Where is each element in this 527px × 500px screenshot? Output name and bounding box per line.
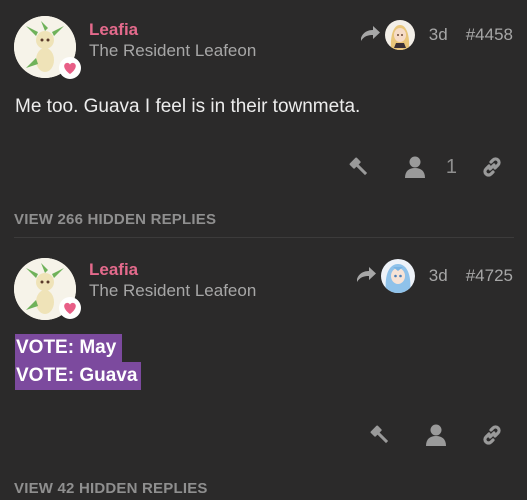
vote-line: VOTE: May (15, 334, 123, 362)
reply-avatar-bluehair[interactable] (380, 259, 415, 293)
post-age[interactable]: 3d (429, 266, 448, 286)
user-icon (426, 424, 446, 446)
view-hidden-replies-button[interactable]: VIEW 42 HIDDEN REPLIES (14, 480, 208, 497)
vote-line: VOTE: Guava (15, 362, 142, 390)
gavel-button[interactable] (359, 420, 401, 450)
post-4725: Leafia The Resident Leafeon 3d #4725 VOT… (0, 0, 527, 500)
user-button[interactable] (415, 420, 457, 450)
user-avatar[interactable] (14, 258, 81, 320)
post-number[interactable]: #4725 (466, 266, 513, 286)
post-actions (345, 420, 513, 450)
username[interactable]: Leafia (89, 260, 138, 280)
post-body: VOTE: May VOTE: Guava (15, 334, 142, 390)
link-icon (483, 425, 501, 445)
reply-arrow-icon[interactable] (355, 267, 377, 285)
user-title: The Resident Leafeon (89, 281, 257, 300)
share-link-button[interactable] (471, 420, 513, 450)
heart-badge-icon (59, 297, 81, 319)
post-meta: 3d #4725 (355, 259, 513, 293)
gavel-icon (370, 425, 389, 444)
